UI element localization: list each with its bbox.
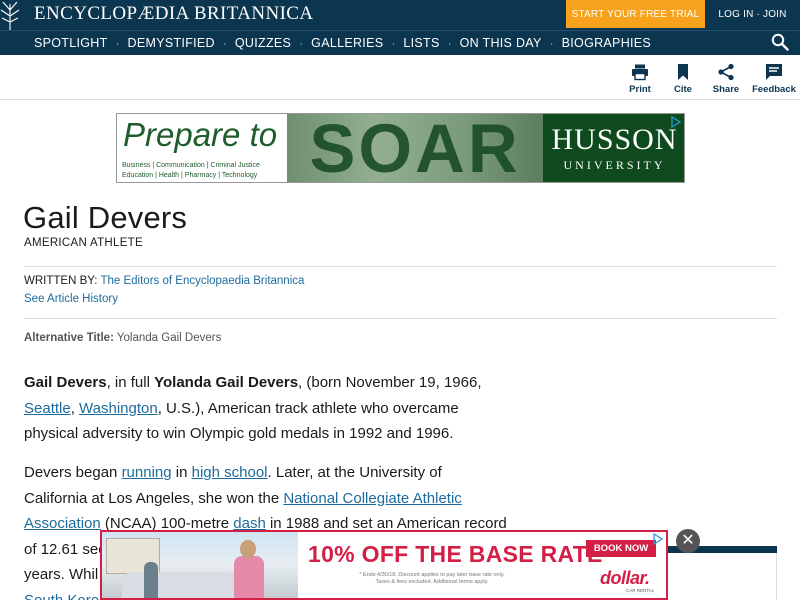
- top-bar: ENCYCLOPÆDIA BRITANNICA START YOUR FREE …: [0, 0, 800, 51]
- ad-brand-panel: HUSSON UNIVERSITY: [543, 114, 684, 182]
- feedback-label: Feedback: [752, 84, 796, 95]
- ad-fine-line1: * Ends 4/30/18. Discount applies to pay …: [359, 572, 505, 578]
- text: Devers began: [24, 464, 122, 481]
- nav-separator: ·: [222, 36, 227, 50]
- ad-programs-line1: Business | Communication | Criminal Just…: [122, 162, 260, 169]
- ad-soar-panel: SOAR: [287, 113, 543, 183]
- link-washington[interactable]: Washington: [79, 400, 158, 417]
- subject-name: Gail Devers: [24, 374, 107, 391]
- byline-author-link[interactable]: The Editors of Encyclopaedia Britannica: [100, 275, 304, 287]
- page-title: Gail Devers: [23, 200, 188, 235]
- text: . Later, at the University of: [267, 464, 442, 481]
- nav-item-biographies[interactable]: BIOGRAPHIES: [562, 36, 651, 50]
- nav-items: SPOTLIGHT · DEMYSTIFIED · QUIZZES · GALL…: [34, 31, 651, 55]
- share-label: Share: [712, 84, 740, 95]
- ad-photo-girl: [234, 556, 264, 598]
- main-nav: SPOTLIGHT · DEMYSTIFIED · QUIZZES · GALL…: [0, 30, 800, 55]
- ad-headline: Prepare to: [123, 116, 278, 153]
- ad-family-photo: [102, 532, 298, 598]
- text: physical adversity to win Olympic gold m…: [24, 425, 454, 442]
- ad-fine-line2: Taxes & fees excluded. Additional terms …: [375, 579, 489, 585]
- nav-separator: ·: [391, 36, 396, 50]
- ad-offer-text: 10% OFF THE BASE RATE*: [308, 541, 607, 568]
- divider: [24, 318, 777, 319]
- start-free-trial-button[interactable]: START YOUR FREE TRIAL: [566, 0, 705, 28]
- ad-programs: Business | Communication | Criminal Just…: [122, 161, 260, 181]
- nav-item-on-this-day[interactable]: ON THIS DAY: [460, 36, 542, 50]
- ad-photo-car: [122, 572, 242, 598]
- nav-item-demystified[interactable]: DEMYSTIFIED: [128, 36, 215, 50]
- ad-brand-logo: dollar.: [600, 568, 650, 588]
- text: , U.S.), American track athlete who over…: [157, 399, 459, 417]
- nav-separator: ·: [549, 36, 554, 50]
- byline: WRITTEN BY: The Editors of Encyclopaedia…: [24, 275, 304, 287]
- nav-separator: ·: [447, 36, 452, 50]
- dollar-car-rental-ad[interactable]: 10% OFF THE BASE RATE* * Ends 4/30/18. D…: [100, 530, 668, 600]
- link-high-school[interactable]: high school: [192, 464, 268, 481]
- article-subtitle: AMERICAN ATHLETE: [24, 237, 143, 249]
- login-join-link[interactable]: LOG IN · JOIN: [705, 0, 800, 28]
- husson-banner-ad[interactable]: Prepare to Business | Communication | Cr…: [116, 113, 685, 183]
- feedback-icon: [766, 64, 782, 80]
- share-button[interactable]: Share: [701, 63, 751, 95]
- close-ad-button[interactable]: ✕: [676, 529, 700, 553]
- brand-name[interactable]: ENCYCLOPÆDIA BRITANNICA: [34, 3, 314, 25]
- ad-brand-name: HUSSON: [551, 123, 678, 156]
- article-history-link[interactable]: See Article History: [24, 293, 118, 305]
- text: California at Los Angeles, she won the: [24, 489, 284, 507]
- search-icon[interactable]: [771, 33, 789, 51]
- link-seattle[interactable]: Seattle: [24, 400, 71, 417]
- nav-separator: ·: [299, 36, 304, 50]
- text: , (born November 19, 1966,: [298, 374, 482, 391]
- print-icon: [632, 64, 648, 81]
- link-ncaa-cont[interactable]: Association: [24, 515, 101, 532]
- bookmark-icon: [678, 64, 688, 80]
- text: , in full: [106, 374, 155, 391]
- ad-brand-sub: CAR RENTAL: [626, 588, 655, 593]
- ad-offer-label: 10% OFF THE BASE RATE: [308, 541, 603, 567]
- link-ncaa[interactable]: National Collegiate Athletic: [283, 490, 461, 507]
- nav-item-quizzes[interactable]: QUIZZES: [235, 36, 291, 50]
- ad-photo-girl-head: [240, 540, 256, 558]
- ad-left-panel: Prepare to Business | Communication | Cr…: [117, 114, 287, 182]
- adchoices-icon[interactable]: [670, 116, 682, 128]
- article-tools-bar: Print Cite Share Feedback: [0, 55, 800, 100]
- share-icon: [718, 63, 734, 81]
- sidebar-header-bar: [657, 546, 777, 553]
- article-paragraph-1: Gail Devers, in full Yolanda Gail Devers…: [24, 370, 524, 447]
- nav-separator: ·: [115, 36, 120, 50]
- feedback-button[interactable]: Feedback: [749, 63, 799, 95]
- ad-programs-line2: Education | Health | Pharmacy | Technolo…: [122, 172, 258, 179]
- adchoices-icon[interactable]: [652, 533, 664, 545]
- nav-item-galleries[interactable]: GALLERIES: [311, 36, 383, 50]
- book-now-button[interactable]: BOOK NOW: [586, 540, 656, 557]
- link-south-korea[interactable]: South Kore: [24, 592, 99, 600]
- divider: [24, 266, 777, 267]
- subject-full-name: Yolanda Gail Devers: [154, 374, 299, 391]
- nav-item-spotlight[interactable]: SPOTLIGHT: [34, 36, 108, 50]
- link-running[interactable]: running: [122, 464, 172, 481]
- alternative-title: Alternative Title: Yolanda Gail Devers: [24, 332, 221, 344]
- alternative-title-label: Alternative Title:: [24, 332, 114, 344]
- text: ,: [70, 399, 80, 417]
- ad-photo-person: [144, 562, 158, 598]
- byline-label: WRITTEN BY:: [24, 275, 98, 287]
- ad-fine-print: * Ends 4/30/18. Discount applies to pay …: [332, 572, 532, 586]
- text: in: [171, 464, 192, 481]
- nav-item-lists[interactable]: LISTS: [403, 36, 439, 50]
- ad-brand-sub: UNIVERSITY: [563, 158, 666, 172]
- alternative-title-value: Yolanda Gail Devers: [116, 332, 222, 344]
- ad-big-word: SOAR: [309, 113, 521, 183]
- sidebar-box: [657, 553, 777, 600]
